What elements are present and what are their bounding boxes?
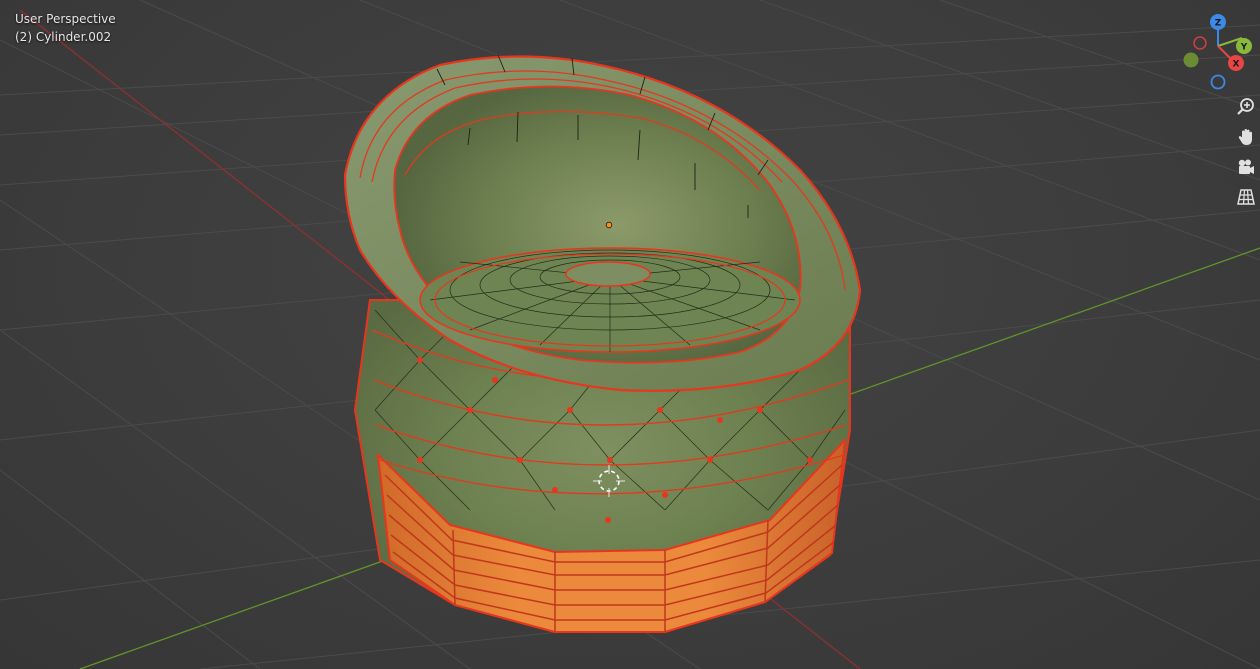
gizmo-x-label: X	[1233, 60, 1240, 70]
gizmo-neg-x[interactable]	[1193, 36, 1207, 50]
active-object-label: (2) Cylinder.002	[15, 30, 112, 44]
cylinder-mesh[interactable]	[343, 54, 862, 633]
object-origin	[605, 221, 613, 229]
gizmo-z-label: Z	[1215, 19, 1222, 29]
orthographic-grid-icon	[1237, 189, 1255, 205]
pan-hand-icon	[1238, 129, 1252, 145]
zoom-icon	[1237, 98, 1254, 115]
gizmo-neg-z[interactable]	[1210, 74, 1226, 90]
gizmo-y-label: Y	[1240, 43, 1248, 53]
pan-button[interactable]	[1233, 124, 1259, 150]
viewport-scene	[0, 0, 1260, 669]
gizmo-neg-y[interactable]	[1183, 52, 1199, 68]
gizmo-z-axis[interactable]: Z	[1210, 14, 1226, 30]
camera-icon	[1238, 159, 1254, 174]
gizmo-y-axis[interactable]: Y	[1236, 38, 1252, 54]
zoom-button[interactable]	[1233, 94, 1259, 120]
viewport-mode-label: User Perspective	[15, 12, 116, 26]
3d-viewport[interactable]: User Perspective (2) Cylinder.002 Z Y X	[0, 0, 1260, 669]
toggle-ortho-button[interactable]	[1233, 184, 1259, 210]
navigation-gizmo[interactable]: Z Y X	[1176, 10, 1260, 94]
gizmo-x-axis[interactable]: X	[1228, 55, 1244, 71]
camera-view-button[interactable]	[1233, 154, 1259, 180]
